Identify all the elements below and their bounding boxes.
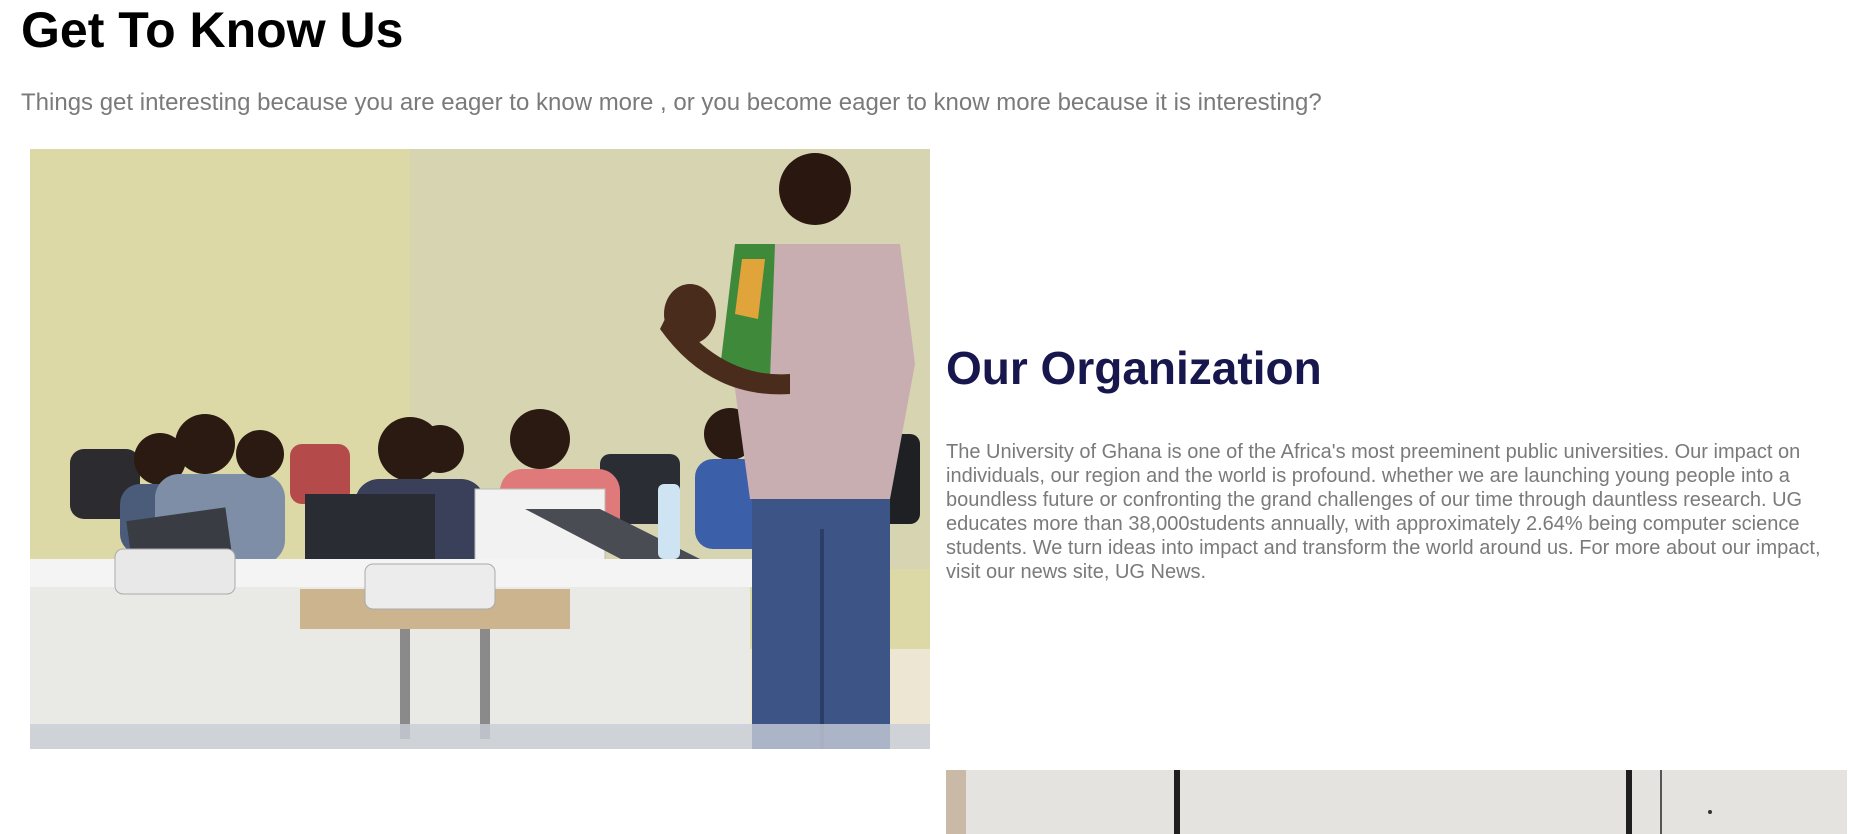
classroom-photo xyxy=(30,149,930,749)
organization-description: The University of Ghana is one of the Af… xyxy=(946,441,1821,583)
office-photo xyxy=(946,770,1847,834)
page-subtitle: Things get interesting because you are e… xyxy=(21,89,1322,116)
page-title: Get To Know Us xyxy=(21,2,404,58)
organization-title: Our Organization xyxy=(946,342,1322,394)
